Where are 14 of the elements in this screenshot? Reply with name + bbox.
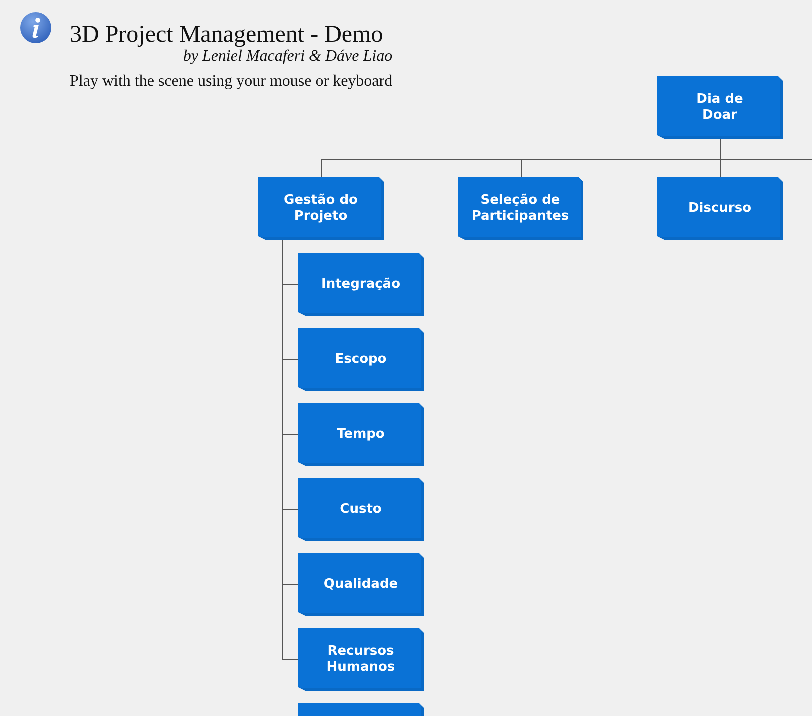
info-icon[interactable] [20, 12, 52, 44]
author-byline: by Leniel Macaferi & Dáve Liao [183, 48, 393, 66]
instructions-text: Play with the scene using your mouse or keyboard [70, 72, 393, 92]
wbs-node[interactable]: Escopo [298, 328, 424, 391]
wbs-node[interactable]: Qualidade [298, 553, 424, 616]
page-title: 3D Project Management - Demo [70, 22, 384, 48]
wbs-node[interactable]: Recursos Humanos [298, 628, 424, 691]
wbs-node[interactable]: Tempo [298, 403, 424, 466]
wbs-node[interactable]: Integração [298, 253, 424, 316]
wbs-node[interactable]: Seleção de Participantes [458, 177, 584, 240]
wbs-node[interactable]: Custo [298, 478, 424, 541]
wbs-node[interactable]: Gestão do Projeto [258, 177, 384, 240]
wbs-node[interactable]: Discurso [657, 177, 783, 240]
wbs-node[interactable]: Dia de Doar [657, 76, 783, 139]
